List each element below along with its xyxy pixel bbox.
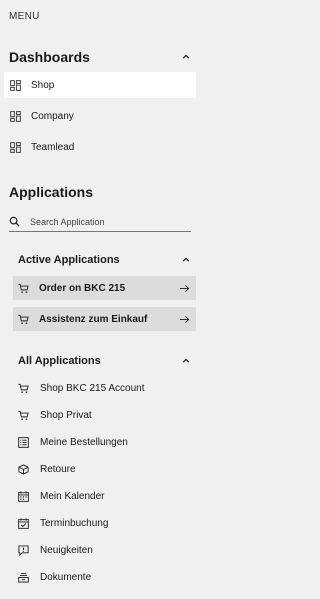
dashboard-item-shop[interactable]: Shop <box>4 72 196 98</box>
app-item-label: Mein Kalender <box>40 490 105 502</box>
list-icon <box>18 436 30 448</box>
app-item-terminbuchung[interactable]: Terminbuchung <box>18 513 191 533</box>
applications-title: Applications <box>9 184 94 200</box>
dashboard-item-label: Shop <box>31 79 55 91</box>
active-applications-title: Active Applications <box>18 254 120 266</box>
active-app-label: Order on BKC 215 <box>39 282 126 294</box>
chevron-up-icon[interactable] <box>181 356 191 366</box>
calendar-icon <box>18 490 30 502</box>
active-app-order-bkc[interactable]: Order on BKC 215 <box>13 276 196 300</box>
app-item-meine-bestellungen[interactable]: Meine Bestellungen <box>18 432 191 452</box>
dashboards-title: Dashboards <box>9 49 90 65</box>
all-applications-header[interactable]: All Applications <box>18 355 191 367</box>
dashboard-icon <box>9 141 21 153</box>
chevron-up-icon[interactable] <box>181 52 191 62</box>
calendar-booking-icon <box>18 517 30 529</box>
app-item-neuigkeiten[interactable]: Neuigkeiten <box>18 540 191 560</box>
dashboard-icon <box>9 110 21 122</box>
dashboard-item-label: Teamlead <box>31 141 75 153</box>
app-item-label: Shop BKC 215 Account <box>40 382 145 394</box>
app-item-dokumente[interactable]: Dokumente <box>18 567 191 587</box>
active-applications-header[interactable]: Active Applications <box>18 254 191 266</box>
app-item-label: Neuigkeiten <box>40 544 93 556</box>
cart-icon <box>18 313 30 325</box>
dashboard-item-company[interactable]: Company <box>4 103 196 129</box>
applications-header: Applications <box>9 184 191 200</box>
app-item-retoure[interactable]: Retoure <box>18 459 191 479</box>
return-box-icon <box>18 463 30 475</box>
menu-title: MENU <box>9 11 40 22</box>
cart-icon <box>18 409 30 421</box>
app-item-shop-privat[interactable]: Shop Privat <box>18 405 191 425</box>
cart-icon <box>18 282 30 294</box>
search-input[interactable] <box>30 216 180 227</box>
dashboards-header[interactable]: Dashboards <box>9 49 191 65</box>
cart-icon <box>18 382 30 394</box>
documents-icon <box>18 571 30 583</box>
arrow-right-icon <box>179 283 190 294</box>
arrow-right-icon <box>179 314 190 325</box>
search-application-field[interactable] <box>9 212 191 232</box>
app-item-label: Retoure <box>40 463 76 475</box>
app-item-label: Terminbuchung <box>40 517 109 529</box>
app-item-mein-kalender[interactable]: Mein Kalender <box>18 486 191 506</box>
chevron-up-icon[interactable] <box>181 255 191 265</box>
news-icon <box>18 544 30 556</box>
app-item-label: Shop Privat <box>40 409 92 421</box>
all-applications-title: All Applications <box>18 355 101 367</box>
dashboard-item-label: Company <box>31 110 74 122</box>
active-app-assistenz[interactable]: Assistenz zum Einkauf <box>13 307 196 331</box>
dashboard-item-teamlead[interactable]: Teamlead <box>4 134 196 160</box>
app-item-label: Dokumente <box>40 571 92 583</box>
active-app-label: Assistenz zum Einkauf <box>39 313 148 325</box>
dashboard-icon <box>9 79 21 91</box>
search-icon <box>9 216 20 227</box>
app-item-label: Meine Bestellungen <box>40 436 128 448</box>
app-item-shop-bkc-account[interactable]: Shop BKC 215 Account <box>18 378 191 398</box>
